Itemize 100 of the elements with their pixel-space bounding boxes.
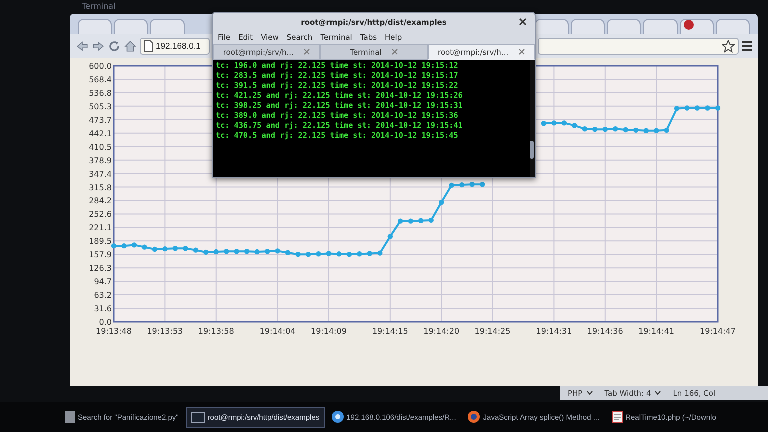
y-tick-label: 410.5 (89, 142, 112, 152)
terminal-icon (190, 412, 205, 422)
point (152, 246, 158, 252)
point (316, 252, 322, 257)
browser-tab[interactable] (643, 19, 678, 34)
y-tick-label: 252.6 (89, 210, 112, 220)
point (408, 218, 414, 224)
caret-icon[interactable] (586, 391, 593, 395)
x-tick-label: 19:14:36 (587, 327, 624, 336)
y-tick-label: 0.0 (99, 318, 112, 327)
point (357, 252, 362, 257)
point (654, 128, 660, 134)
point (142, 244, 148, 250)
point (183, 246, 188, 252)
point (398, 218, 404, 224)
point (326, 251, 332, 256)
point (480, 182, 486, 188)
point (346, 252, 352, 258)
y-tick-label: 442.1 (89, 129, 112, 138)
browser-tab[interactable] (716, 19, 750, 34)
browser-tab[interactable] (114, 19, 148, 34)
y-tick-label: 221.1 (89, 224, 112, 233)
point (541, 121, 547, 126)
point (428, 218, 434, 224)
point (572, 123, 578, 128)
point (122, 243, 127, 249)
browser-tab[interactable] (570, 19, 606, 34)
y-tick-label: 31.6 (94, 304, 112, 314)
point (705, 106, 710, 111)
reload-icon[interactable] (108, 40, 121, 52)
point (449, 182, 454, 188)
star-icon[interactable] (722, 40, 735, 52)
x-tick-label: 19:14:15 (372, 327, 408, 336)
scrollbar-thumb[interactable] (530, 141, 534, 159)
y-tick-label: 189.5 (89, 237, 112, 246)
browser-tab[interactable] (78, 19, 112, 34)
menu-icon[interactable] (742, 40, 752, 52)
point (244, 249, 250, 254)
point (204, 250, 209, 256)
point (378, 250, 383, 256)
point (664, 128, 670, 134)
point (275, 248, 280, 254)
x-tick-label: 19:13:48 (96, 327, 132, 336)
back-icon[interactable] (76, 40, 89, 52)
point (264, 249, 270, 254)
forward-icon[interactable] (92, 40, 105, 52)
y-tick-label: 126.3 (89, 264, 112, 274)
x-tick-label: 19:14:31 (536, 327, 572, 336)
point (367, 251, 373, 256)
top-bar-label[interactable]: Terminal (82, 2, 116, 10)
point (592, 126, 598, 132)
point (388, 234, 394, 240)
x-tick-label: 19:14:20 (424, 327, 460, 336)
point (602, 126, 608, 132)
point (694, 106, 700, 111)
point (582, 126, 588, 132)
globe-icon (332, 411, 344, 423)
point (674, 106, 680, 112)
caret-icon[interactable] (655, 391, 662, 395)
point (644, 128, 649, 134)
point (552, 120, 557, 126)
point (623, 127, 628, 133)
point (296, 252, 301, 258)
browser-tab[interactable] (607, 19, 642, 34)
y-tick-label: 94.7 (94, 278, 112, 287)
browser-tab[interactable] (150, 19, 185, 34)
x-tick-label: 19:13:58 (198, 327, 234, 336)
home-icon[interactable] (124, 40, 137, 52)
point (418, 218, 424, 224)
y-tick-label: 568.4 (89, 75, 112, 84)
y-tick-label: 63.2 (94, 291, 112, 300)
point (684, 106, 690, 111)
x-tick-label: 19:14:25 (474, 327, 511, 336)
point (111, 243, 117, 249)
y-tick-label: 315.8 (89, 183, 112, 192)
point (224, 249, 230, 254)
point (132, 242, 138, 248)
y-tick-label: 157.9 (89, 250, 112, 260)
point (634, 128, 639, 134)
browser-tab[interactable] (534, 19, 569, 34)
point (438, 200, 444, 206)
x-tick-label: 19:14:09 (311, 327, 347, 336)
point (172, 246, 178, 252)
x-tick-label: 19:13:53 (147, 327, 184, 336)
point (254, 249, 260, 255)
address-bar[interactable]: 192.168.0.1 (140, 38, 210, 54)
point (214, 249, 219, 255)
y-tick-label: 284.2 (89, 196, 112, 206)
point (715, 106, 721, 111)
x-tick-label: 19:14:47 (700, 327, 736, 336)
fox-icon (468, 411, 480, 423)
y-tick-label: 378.9 (89, 156, 112, 166)
y-tick-label: 473.7 (89, 116, 112, 125)
y-tick-label: 536.8 (89, 88, 112, 98)
point (162, 246, 168, 252)
point (613, 126, 618, 132)
page-icon (144, 40, 153, 52)
x-tick-label: 19:14:41 (638, 327, 675, 336)
y-tick-label: 347.4 (89, 170, 112, 179)
notepad-icon (612, 411, 623, 423)
